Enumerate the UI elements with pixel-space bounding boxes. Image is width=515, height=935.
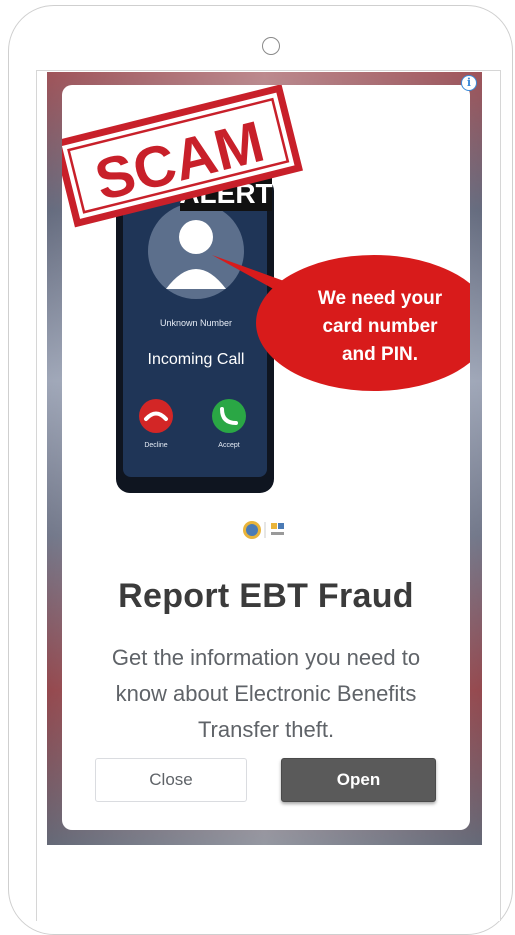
bubble-line-2: card number <box>322 316 438 337</box>
brand-logo-icon <box>243 521 284 539</box>
call-status: Incoming Call <box>148 351 245 368</box>
ad-headline[interactable]: Report EBT Fraud <box>62 577 470 616</box>
ad-description: Get the information you need to know abo… <box>111 645 421 742</box>
accept-label: Accept <box>218 442 239 449</box>
info-icon[interactable]: i <box>461 75 477 91</box>
camera-icon <box>262 37 280 55</box>
caller-label: Unknown Number <box>160 318 232 328</box>
accept-icon <box>212 399 246 433</box>
bubble-line-1: We need your <box>318 288 443 309</box>
decline-icon <box>139 399 173 433</box>
open-button[interactable]: Open <box>281 758 436 802</box>
ad-hero-image: Unknown Number Incoming Call Decline Acc… <box>62 85 470 493</box>
ad-card[interactable]: Unknown Number Incoming Call Decline Acc… <box>62 85 470 830</box>
close-button[interactable]: Close <box>95 758 247 802</box>
phone-illustration: Unknown Number Incoming Call Decline Acc… <box>116 177 274 493</box>
decline-label: Decline <box>144 442 167 449</box>
bubble-line-3: and PIN. <box>342 344 418 365</box>
